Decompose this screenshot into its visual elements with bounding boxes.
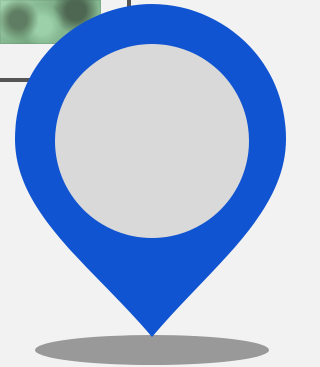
marker-center-circle [55,44,249,238]
marker-shadow [35,335,269,365]
marker-preview-canvas [0,0,286,367]
map-pin-graphic [15,4,286,365]
